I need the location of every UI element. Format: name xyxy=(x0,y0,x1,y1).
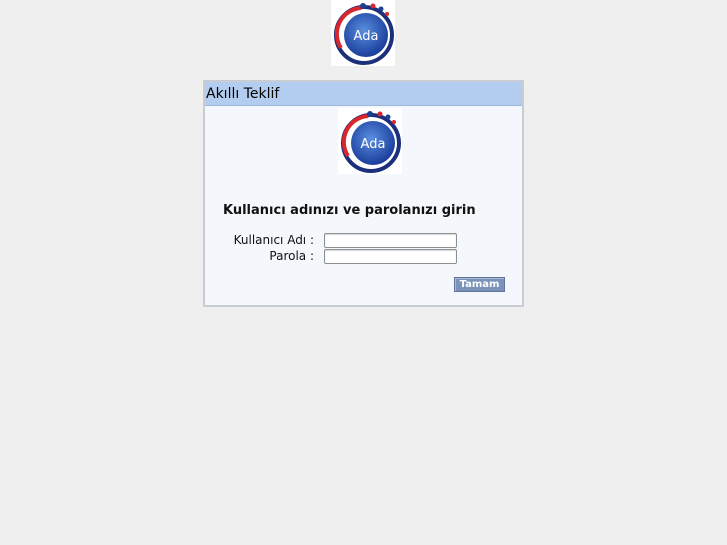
username-label: Kullanıcı Adı : xyxy=(233,233,314,247)
ada-logo-icon: Ada xyxy=(334,3,394,65)
top-logo: Ada xyxy=(331,0,395,66)
login-prompt: Kullanıcı adınızı ve parolanızı girin xyxy=(223,203,476,218)
password-label: Parola : xyxy=(269,249,314,263)
login-panel: Akıllı Teklif Ada Kullanıcı adınızı ve p… xyxy=(203,80,524,307)
svg-text:Ada: Ada xyxy=(361,137,386,152)
ada-logo-icon: Ada xyxy=(341,111,401,173)
panel-logo: Ada xyxy=(338,108,402,174)
submit-button[interactable]: Tamam xyxy=(454,277,505,292)
password-input[interactable] xyxy=(324,249,457,264)
username-input[interactable] xyxy=(324,233,457,248)
panel-title: Akıllı Teklif xyxy=(205,82,522,106)
svg-text:Ada: Ada xyxy=(354,29,379,44)
